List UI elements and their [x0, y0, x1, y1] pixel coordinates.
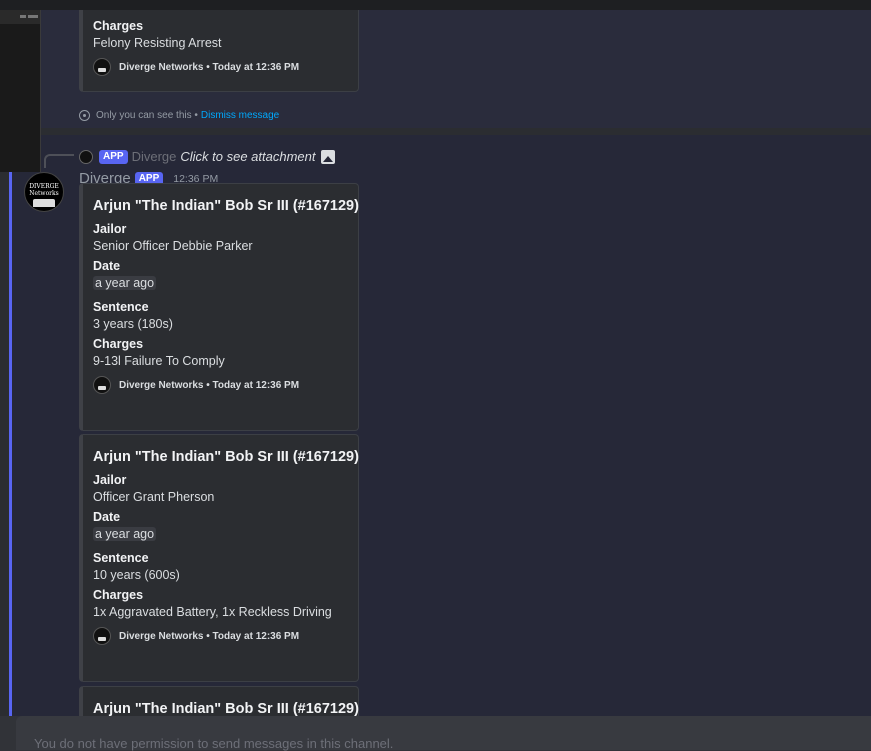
- reply-preview[interactable]: APP Diverge Click to see attachment: [79, 149, 336, 164]
- date-value: a year ago: [93, 527, 157, 541]
- chat-input-disabled: You do not have permission to send messa…: [16, 716, 871, 751]
- jailor-value: Senior Officer Debbie Parker: [93, 239, 253, 253]
- charges-label: Charges: [93, 337, 144, 351]
- embed-title: Arjun "The Indian" Bob Sr III (#167129): [93, 449, 359, 465]
- date-label: Date: [93, 510, 121, 524]
- charges-value: Felony Resisting Arrest: [93, 36, 222, 50]
- embed-footer-text: Diverge Networks • Today at 12:36 PM: [119, 630, 300, 642]
- jailor-label: Jailor: [93, 473, 127, 487]
- embed-footer-text: Diverge Networks • Today at 12:36 PM: [119, 61, 300, 73]
- ephemeral-text: Only you can see this •: [96, 110, 198, 121]
- embed-footer: Diverge Networks • Today at 12:36 PM: [93, 627, 346, 645]
- embed-card: Arjun "The Indian" Bob Sr III (#167129) …: [79, 183, 359, 431]
- eye-icon: [79, 110, 90, 121]
- embed-title: Arjun "The Indian" Bob Sr III (#167129): [93, 701, 359, 716]
- reply-author[interactable]: Diverge: [132, 149, 177, 164]
- top-bar: [0, 0, 871, 10]
- avatar-text: DIVERGE Networks: [29, 183, 59, 197]
- reply-connector: [44, 154, 74, 168]
- embed-footer: Diverge Networks • Today at 12:36 PM: [93, 58, 346, 76]
- embed-card-top: Charges Felony Resisting Arrest Diverge …: [79, 10, 359, 92]
- charges-value: 9-13l Failure To Comply: [93, 354, 225, 368]
- image-icon: [321, 149, 336, 164]
- overlay-window: [0, 10, 41, 172]
- reply-avatar: [79, 149, 93, 164]
- diverge-logo-icon: [93, 376, 111, 394]
- reply-text[interactable]: Click to see attachment: [180, 149, 315, 164]
- sentence-value: 10 years (600s): [93, 568, 180, 582]
- embed-footer: Diverge Networks • Today at 12:36 PM: [93, 376, 346, 394]
- ephemeral-note: Only you can see this • Dismiss message: [79, 110, 279, 121]
- no-permission-text: You do not have permission to send messa…: [34, 736, 394, 751]
- embed-card: Arjun "The Indian" Bob Sr III (#167129): [79, 686, 359, 716]
- sentence-value: 3 years (180s): [93, 317, 173, 331]
- jailor-label: Jailor: [93, 222, 127, 236]
- highlight-bar: [9, 135, 12, 716]
- embed-footer-text: Diverge Networks • Today at 12:36 PM: [119, 379, 300, 391]
- charges-label: Charges: [93, 19, 144, 33]
- date-label: Date: [93, 259, 121, 273]
- date-value: a year ago: [93, 276, 157, 290]
- message-list[interactable]: Charges Felony Resisting Arrest Diverge …: [0, 10, 871, 716]
- diverge-logo-icon: [93, 58, 111, 76]
- charges-label: Charges: [93, 588, 144, 602]
- jailor-value: Officer Grant Pherson: [93, 490, 215, 504]
- overlay-window-titlebar: [0, 10, 40, 24]
- diverge-logo-icon: [93, 627, 111, 645]
- charges-value: 1x Aggravated Battery, 1x Reckless Drivi…: [93, 605, 332, 619]
- dismiss-message-link[interactable]: Dismiss message: [201, 110, 279, 121]
- app-badge: APP: [99, 149, 128, 164]
- sentence-label: Sentence: [93, 551, 149, 565]
- sentence-label: Sentence: [93, 300, 149, 314]
- embed-card: Arjun "The Indian" Bob Sr III (#167129) …: [79, 434, 359, 682]
- embed-title: Arjun "The Indian" Bob Sr III (#167129): [93, 198, 359, 214]
- avatar[interactable]: DIVERGE Networks: [24, 172, 64, 212]
